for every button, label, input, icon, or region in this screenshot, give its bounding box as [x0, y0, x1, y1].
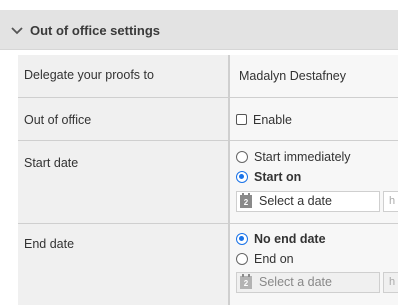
- start-date-input[interactable]: 2 Select a date: [236, 191, 380, 212]
- end-date-input[interactable]: 2 Select a date: [236, 272, 380, 293]
- out-of-office-value-cell: Enable: [230, 98, 398, 140]
- delegate-value[interactable]: Madalyn Destafney: [239, 69, 346, 83]
- enable-checkbox-label[interactable]: Enable: [253, 113, 292, 127]
- start-immediately-label[interactable]: Start immediately: [254, 150, 351, 164]
- start-date-label: Start date: [24, 156, 79, 170]
- start-date-label-cell: Start date: [18, 141, 228, 223]
- section-title: Out of office settings: [30, 23, 160, 38]
- no-end-date-radio[interactable]: [236, 233, 248, 245]
- end-date-value-cell: No end date End on 2 Select a date h: [230, 224, 398, 305]
- delegate-value-cell[interactable]: Madalyn Destafney: [230, 55, 398, 97]
- no-end-date-label[interactable]: No end date: [254, 232, 326, 246]
- section-header[interactable]: Out of office settings: [0, 10, 398, 50]
- delegate-label: Delegate your proofs to: [24, 68, 154, 82]
- end-on-label[interactable]: End on: [254, 252, 294, 266]
- start-time-input[interactable]: h: [383, 191, 398, 212]
- out-of-office-label: Out of office: [24, 113, 92, 127]
- start-date-value-cell: Start immediately Start on 2 Select a da…: [230, 141, 398, 223]
- start-date-placeholder: Select a date: [259, 194, 332, 208]
- out-of-office-label-cell: Out of office: [18, 98, 228, 140]
- end-date-placeholder: Select a date: [259, 275, 332, 289]
- end-date-label-cell: End date: [18, 224, 228, 305]
- end-time-input[interactable]: h: [383, 272, 398, 293]
- start-on-radio[interactable]: [236, 171, 248, 183]
- end-on-radio[interactable]: [236, 253, 248, 265]
- calendar-icon: 2: [240, 274, 252, 289]
- start-immediately-radio[interactable]: [236, 151, 248, 163]
- enable-checkbox[interactable]: [236, 114, 247, 125]
- calendar-icon[interactable]: 2: [240, 193, 252, 208]
- end-date-label: End date: [24, 237, 75, 251]
- chevron-down-icon[interactable]: [10, 26, 24, 36]
- start-on-label[interactable]: Start on: [254, 170, 301, 184]
- delegate-label-cell: Delegate your proofs to: [18, 55, 228, 97]
